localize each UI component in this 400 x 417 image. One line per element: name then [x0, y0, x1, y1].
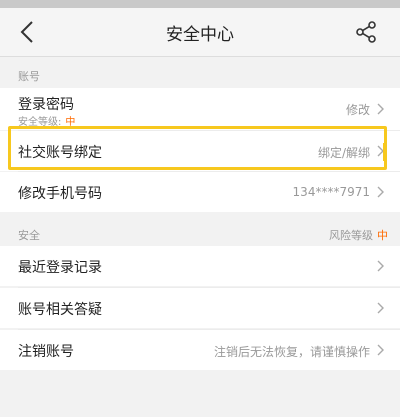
row-recent-logins[interactable]: 最近登录记录	[0, 246, 400, 286]
row-label: 账号相关答疑	[18, 302, 102, 318]
page-title: 安全中心	[166, 25, 234, 45]
row-cancel-account[interactable]: 注销账号 注销后无法恢复，请谨慎操作	[0, 330, 400, 370]
row-label: 修改手机号码	[18, 186, 102, 202]
row-change-phone[interactable]: 修改手机号码 134****7971	[0, 172, 400, 212]
row-label: 注销账号	[18, 344, 74, 360]
row-value: 134****7971	[292, 185, 370, 199]
nav-bar: 安全中心	[0, 8, 400, 57]
row-value: 注销后无法恢复，请谨慎操作	[213, 345, 370, 359]
chevron-right-icon	[377, 302, 384, 314]
row-value: 修改	[345, 103, 370, 117]
row-label: 最近登录记录	[18, 260, 102, 276]
status-bar	[0, 0, 400, 8]
row-account-faq[interactable]: 账号相关答疑	[0, 288, 400, 328]
chevron-right-icon	[377, 344, 384, 356]
risk-level: 风险等级中	[329, 227, 388, 243]
highlight-box	[8, 126, 387, 170]
section-header-security: 安全	[18, 229, 40, 242]
section-header-account: 账号	[18, 70, 40, 83]
share-icon[interactable]	[354, 20, 378, 44]
risk-level-value: 中	[377, 229, 388, 242]
row-login-password[interactable]: 登录密码 安全等级: 中 修改	[0, 88, 400, 130]
chevron-right-icon	[377, 186, 384, 198]
risk-level-label: 风险等级	[329, 229, 373, 242]
row-label: 登录密码	[18, 97, 74, 113]
chevron-right-icon	[377, 103, 384, 115]
chevron-right-icon	[377, 260, 384, 272]
